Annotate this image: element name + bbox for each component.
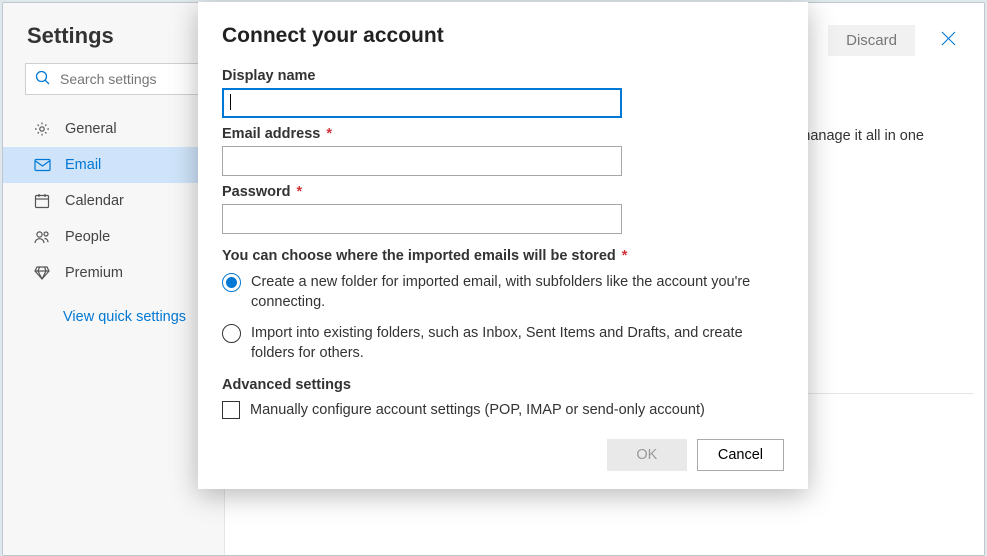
radio-create-folder[interactable]: Create a new folder for imported email, … (222, 272, 784, 313)
nav-label: People (65, 229, 110, 245)
discard-button[interactable]: Discard (828, 25, 915, 56)
nav-general[interactable]: General (3, 111, 224, 147)
radio-icon (222, 324, 241, 343)
cancel-button[interactable]: Cancel (697, 439, 784, 471)
background-description: manage it all in one (798, 128, 924, 144)
nav-label: Calendar (65, 193, 124, 209)
search-icon (35, 70, 51, 91)
calendar-icon (33, 193, 51, 209)
dialog-actions: OK Cancel (222, 439, 784, 471)
gear-icon (33, 121, 51, 137)
search-settings-input[interactable] (25, 63, 202, 95)
view-quick-settings-link[interactable]: View quick settings (3, 291, 224, 325)
nav-premium[interactable]: Premium (3, 255, 224, 291)
checkbox-label: Manually configure account settings (POP… (250, 402, 705, 418)
text-caret (230, 94, 231, 110)
settings-nav: General Email Calendar People (3, 111, 224, 291)
advanced-settings-label: Advanced settings (222, 377, 784, 393)
nav-label: Premium (65, 265, 123, 281)
display-name-input[interactable] (222, 88, 622, 118)
dialog-title: Connect your account (222, 24, 784, 48)
diamond-icon (33, 266, 51, 280)
ok-button[interactable]: OK (607, 439, 687, 471)
manual-config-checkbox[interactable]: Manually configure account settings (POP… (222, 401, 784, 419)
nav-label: General (65, 121, 117, 137)
radio-label: Create a new folder for imported email, … (251, 272, 784, 313)
nav-email[interactable]: Email (3, 147, 224, 183)
radio-import-existing[interactable]: Import into existing folders, such as In… (222, 323, 784, 364)
display-name-label: Display name (222, 68, 784, 84)
settings-title: Settings (3, 21, 224, 63)
settings-sidebar: Settings General Email (3, 3, 225, 555)
nav-people[interactable]: People (3, 219, 224, 255)
connect-account-dialog: Connect your account Display name Email … (198, 2, 808, 489)
nav-label: Email (65, 157, 101, 173)
radio-label: Import into existing folders, such as In… (251, 323, 784, 364)
nav-calendar[interactable]: Calendar (3, 183, 224, 219)
mail-icon (33, 158, 51, 172)
email-address-input[interactable] (222, 146, 622, 176)
close-icon[interactable] (935, 28, 962, 53)
email-address-label: Email address * (222, 126, 784, 142)
top-actions: Discard (828, 25, 962, 56)
storage-group-label: You can choose where the imported emails… (222, 248, 784, 264)
radio-icon (222, 273, 241, 292)
password-label: Password * (222, 184, 784, 200)
password-input[interactable] (222, 204, 622, 234)
checkbox-icon (222, 401, 240, 419)
search-settings[interactable] (25, 63, 202, 95)
people-icon (33, 230, 51, 245)
